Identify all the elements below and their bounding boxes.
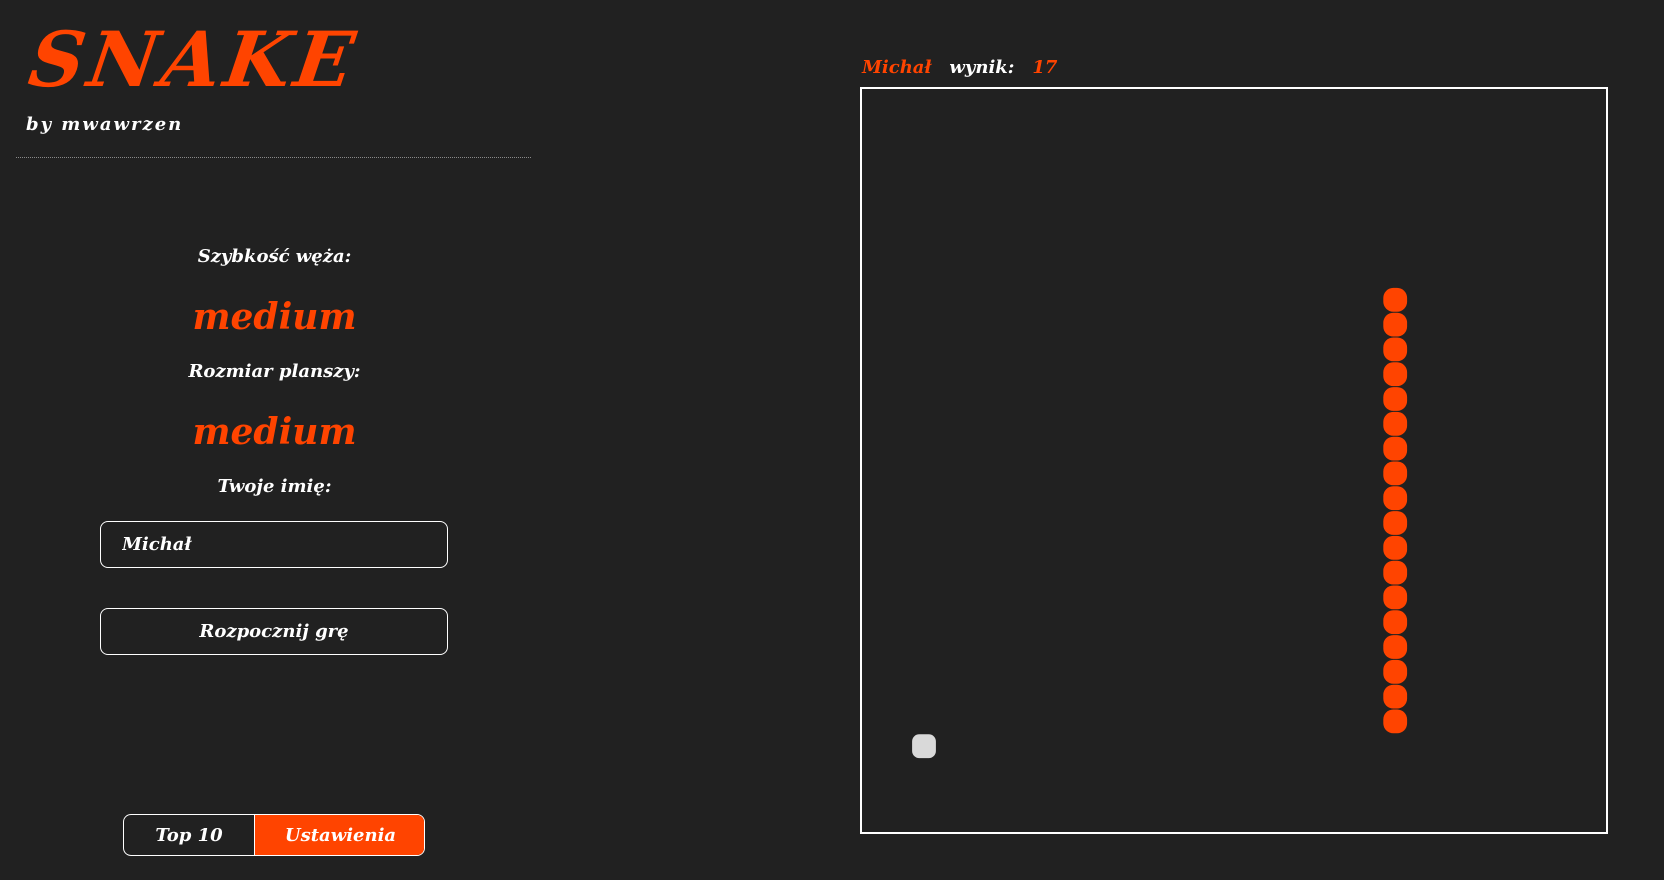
sidebar: SNAKE by mwawrzen Szybkość węża: medium …: [0, 0, 535, 880]
player-name-input[interactable]: [100, 521, 448, 568]
app-byline: by mwawrzen: [26, 114, 184, 135]
tab-settings[interactable]: Ustawienia: [255, 815, 424, 855]
scoreboard: Michał wynik: 17: [862, 57, 1057, 83]
bottom-tabs: Top 10 Ustawienia: [123, 814, 425, 856]
score-value: 17: [1032, 57, 1058, 78]
header-divider: [16, 157, 531, 158]
start-game-button[interactable]: Rozpocznij grę: [100, 608, 448, 655]
snake-segment: [1383, 486, 1408, 511]
food-item: [912, 734, 936, 759]
tab-top10[interactable]: Top 10: [124, 815, 255, 855]
board-size-label: Rozmiar planszy:: [188, 361, 361, 382]
snake-head: [1383, 287, 1408, 312]
snake-segment: [1383, 436, 1408, 461]
game-board[interactable]: [860, 87, 1608, 834]
board-size-selector[interactable]: medium: [0, 411, 549, 453]
snake-segment: [1383, 659, 1408, 684]
snake-segment: [1383, 635, 1408, 659]
speed-selector[interactable]: medium: [0, 296, 549, 338]
snake-segment: [1383, 511, 1408, 535]
snake-segment: [1383, 560, 1408, 585]
snake-segment: [1383, 411, 1408, 436]
speed-label: Szybkość węża:: [197, 246, 352, 267]
snake-segment: [1383, 684, 1408, 709]
app-logo: SNAKE: [23, 15, 364, 104]
snake-segment: [1383, 709, 1408, 734]
game-canvas: [912, 287, 1408, 759]
snake-segment: [1383, 312, 1408, 337]
snake-segment: [1383, 535, 1408, 560]
score-player-name: Michał: [862, 57, 932, 78]
snake-segment: [1383, 610, 1408, 635]
snake-segment: [1383, 362, 1408, 387]
score-label: wynik:: [949, 57, 1015, 78]
snake-segment: [1383, 585, 1408, 610]
snake-segment: [1383, 337, 1408, 362]
snake-segment: [1383, 387, 1408, 411]
snake-segment: [1383, 461, 1408, 486]
player-name-label: Twoje imię:: [217, 476, 332, 497]
